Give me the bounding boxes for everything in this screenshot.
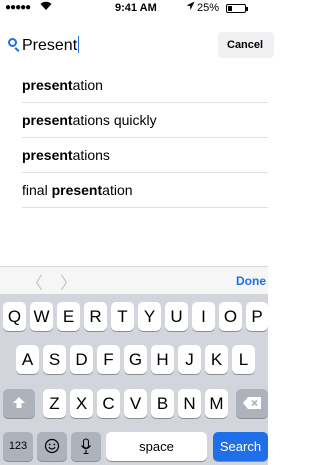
suggestion-match: present xyxy=(22,77,73,93)
keyboard-accessory-bar: 〈 〉 Done xyxy=(0,266,268,294)
key-j[interactable]: J xyxy=(178,345,201,374)
key-r[interactable]: R xyxy=(84,302,107,331)
delete-key[interactable] xyxy=(236,389,268,418)
previous-field-button[interactable]: 〈 xyxy=(26,269,43,294)
search-query: Present xyxy=(22,37,78,54)
text-cursor xyxy=(78,36,80,53)
suggestion-item[interactable]: final presentation xyxy=(0,173,268,208)
key-o[interactable]: O xyxy=(219,302,242,331)
search-key[interactable]: Search xyxy=(213,432,268,461)
key-e[interactable]: E xyxy=(57,302,80,331)
key-b[interactable]: B xyxy=(151,389,174,418)
key-n[interactable]: N xyxy=(178,389,201,418)
key-u[interactable]: U xyxy=(165,302,188,331)
suggestion-list: presentation presentations quickly prese… xyxy=(0,68,268,208)
numbers-key[interactable]: 123 xyxy=(3,432,33,461)
key-w[interactable]: W xyxy=(30,302,53,331)
key-d[interactable]: D xyxy=(70,345,93,374)
key-x[interactable]: X xyxy=(70,389,93,418)
shift-key[interactable] xyxy=(3,389,35,418)
key-g[interactable]: G xyxy=(124,345,147,374)
battery-percentage: 25% xyxy=(197,2,220,14)
key-y[interactable]: Y xyxy=(138,302,161,331)
microphone-icon xyxy=(81,438,91,455)
battery-tip xyxy=(246,7,248,11)
location-arrow-icon xyxy=(186,1,195,14)
space-key[interactable]: space xyxy=(106,432,207,461)
search-input[interactable]: Present xyxy=(22,35,202,57)
key-l[interactable]: L xyxy=(232,345,255,374)
keyboard: Q W E R T Y U I O P A S D F G H J K L Z … xyxy=(0,294,268,465)
suggestion-item[interactable]: presentation xyxy=(0,68,268,103)
clock: 9:41 AM xyxy=(115,2,157,14)
emoji-icon xyxy=(44,438,60,454)
shift-icon xyxy=(13,397,25,408)
key-c[interactable]: C xyxy=(97,389,120,418)
delete-icon xyxy=(243,397,261,409)
suggestion-rest: ations xyxy=(72,147,110,163)
next-field-button[interactable]: 〉 xyxy=(60,269,77,294)
suggestion-rest: ation xyxy=(102,182,133,198)
key-s[interactable]: S xyxy=(43,345,66,374)
key-q[interactable]: Q xyxy=(3,302,26,331)
key-p[interactable]: P xyxy=(246,302,268,331)
key-t[interactable]: T xyxy=(111,302,134,331)
suggestion-match: present xyxy=(22,147,73,163)
done-button[interactable]: Done xyxy=(236,274,266,288)
key-f[interactable]: F xyxy=(97,345,120,374)
signal-strength: ●●●●● xyxy=(5,2,31,13)
key-z[interactable]: Z xyxy=(43,389,66,418)
suggestion-rest: ation xyxy=(72,77,103,93)
cancel-button[interactable]: Cancel xyxy=(218,32,274,58)
search-icon xyxy=(8,38,17,47)
suggestion-rest: ations quickly xyxy=(72,112,157,128)
key-k[interactable]: K xyxy=(205,345,228,374)
suggestion-match: present xyxy=(22,112,73,128)
microphone-key[interactable] xyxy=(71,432,101,461)
battery-icon xyxy=(226,4,246,13)
suggestion-item[interactable]: presentations xyxy=(0,138,268,173)
key-h[interactable]: H xyxy=(151,345,174,374)
suggestion-item[interactable]: presentations quickly xyxy=(0,103,268,138)
status-bar: ●●●●● 9:41 AM 25% xyxy=(0,0,268,18)
key-m[interactable]: M xyxy=(205,389,228,418)
key-a[interactable]: A xyxy=(16,345,39,374)
suggestion-prefix: final xyxy=(22,182,52,198)
key-v[interactable]: V xyxy=(124,389,147,418)
emoji-key[interactable] xyxy=(37,432,67,461)
suggestion-match: present xyxy=(51,182,103,198)
search-bar: Present Cancel xyxy=(0,18,274,68)
wifi-icon xyxy=(40,1,52,14)
key-i[interactable]: I xyxy=(192,302,215,331)
